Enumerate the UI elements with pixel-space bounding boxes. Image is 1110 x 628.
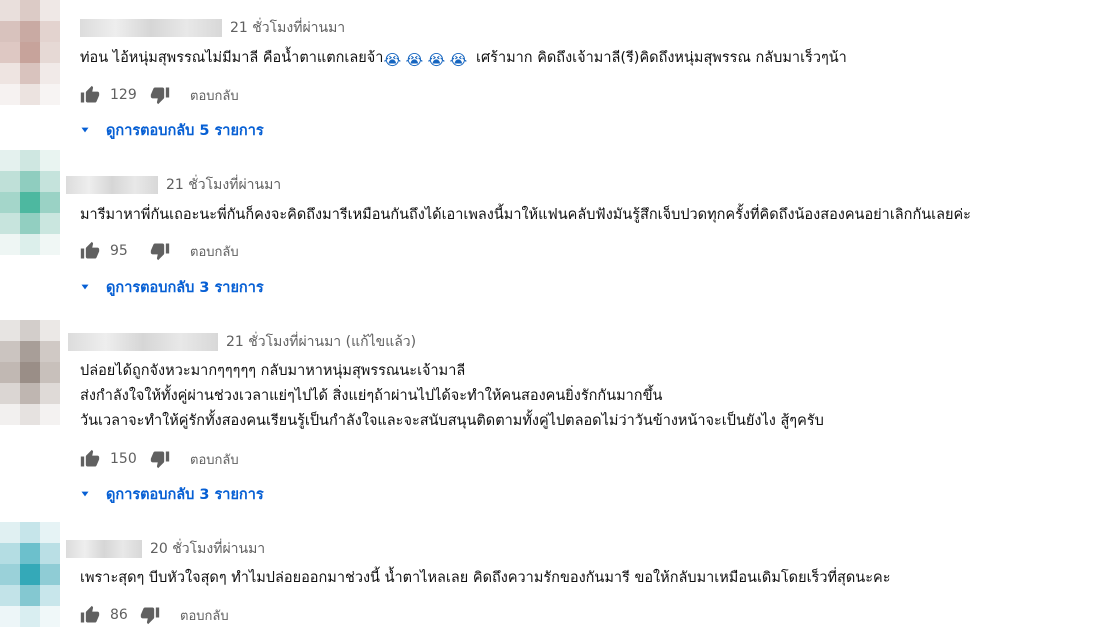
loudly-crying-face-emoji-icon: 😭 (383, 51, 402, 69)
comment-actions: 95 ตอบกลับ (80, 239, 239, 263)
comment-text-line: วันเวลาจะทำให้คู่รักทั้งสองคนเรียนรู้เป็… (80, 413, 824, 429)
avatar[interactable] (0, 522, 60, 627)
avatar[interactable] (0, 150, 60, 255)
comment-header: 21 ชั่วโมงที่ผ่านมา (แก้ไขแล้ว) (68, 331, 416, 353)
comment-header: 20 ชั่วโมงที่ผ่านมา (66, 538, 265, 560)
loudly-crying-face-emoji-icon: 😭 (449, 51, 468, 69)
avatar[interactable] (0, 320, 60, 425)
reply-button[interactable]: ตอบกลับ (190, 85, 239, 106)
comment-timestamp[interactable]: 21 ชั่วโมงที่ผ่านมา (แก้ไขแล้ว) (226, 331, 416, 353)
comment-timestamp[interactable]: 21 ชั่วโมงที่ผ่านมา (166, 174, 281, 196)
comment-thread: 21 ชั่วโมงที่ผ่านมา ท่อน ไอ้หนุ่มสุพรรณไ… (0, 0, 1110, 150)
like-count: 129 (110, 87, 137, 103)
thumb-down-icon[interactable] (150, 449, 170, 469)
author-name-redacted[interactable] (68, 333, 218, 351)
author-name-redacted[interactable] (66, 540, 142, 558)
comment-header: 21 ชั่วโมงที่ผ่านมา (66, 174, 281, 196)
comment-thread: 20 ชั่วโมงที่ผ่านมา เพราะสุดๆ บีบหัวใจสุ… (0, 520, 1110, 628)
comment-text-line: ปล่อยได้ถูกจังหวะมากๆๆๆๆๆ กลับมาหาหนุ่มส… (80, 363, 466, 379)
comment-text: เพราะสุดๆ บีบหัวใจสุดๆ ทำไมปล่อยออกมาช่ว… (80, 570, 891, 586)
view-replies-button[interactable]: ดูการตอบกลับ 5 รายการ (78, 118, 264, 142)
like-count: 150 (110, 451, 137, 467)
comment-text: มารีมาหาพี่กันเถอะนะพี่กันก็คงจะคิดถึงมา… (80, 207, 971, 223)
view-replies-label: ดูการตอบกลับ 3 รายการ (106, 279, 264, 296)
author-name-redacted[interactable] (66, 176, 158, 194)
thumb-down-icon[interactable] (140, 605, 160, 625)
view-replies-button[interactable]: ดูการตอบกลับ 3 รายการ (78, 482, 264, 506)
comment-text: ท่อน ไอ้หนุ่มสุพรรณไม่มีมาลี คือน้ำตาแตก… (80, 50, 847, 69)
like-count: 95 (110, 243, 128, 259)
thumb-up-icon[interactable] (80, 605, 100, 625)
comment-text-line: ส่งกำลังใจให้ทั้งคู่ผ่านช่วงเวลาแย่ๆไปได… (80, 388, 663, 404)
comment-header: 21 ชั่วโมงที่ผ่านมา (80, 17, 345, 39)
comment-timestamp[interactable]: 20 ชั่วโมงที่ผ่านมา (150, 538, 265, 560)
caret-down-icon (78, 123, 92, 137)
comment-actions: 150 ตอบกลับ (80, 447, 239, 471)
view-replies-label: ดูการตอบกลับ 5 รายการ (106, 122, 264, 139)
reply-button[interactable]: ตอบกลับ (190, 449, 239, 470)
comment-actions: 129 ตอบกลับ (80, 83, 239, 107)
thumb-down-icon[interactable] (150, 85, 170, 105)
thumb-up-icon[interactable] (80, 85, 100, 105)
reply-button[interactable]: ตอบกลับ (180, 605, 229, 626)
author-name-redacted[interactable] (80, 19, 222, 37)
thumb-up-icon[interactable] (80, 449, 100, 469)
thumb-down-icon[interactable] (150, 241, 170, 261)
loudly-crying-face-emoji-icon: 😭 (405, 51, 424, 69)
loudly-crying-face-emoji-icon: 😭 (427, 51, 446, 69)
comment-timestamp[interactable]: 21 ชั่วโมงที่ผ่านมา (230, 17, 345, 39)
like-count: 86 (110, 607, 128, 623)
view-replies-label: ดูการตอบกลับ 3 รายการ (106, 486, 264, 503)
avatar[interactable] (0, 0, 60, 105)
comment-thread: 21 ชั่วโมงที่ผ่านมา (แก้ไขแล้ว) ปล่อยได้… (0, 310, 1110, 520)
view-replies-button[interactable]: ดูการตอบกลับ 3 รายการ (78, 275, 264, 299)
comment-actions: 86 ตอบกลับ (80, 603, 229, 627)
caret-down-icon (78, 280, 92, 294)
caret-down-icon (78, 487, 92, 501)
reply-button[interactable]: ตอบกลับ (190, 241, 239, 262)
comment-thread: 21 ชั่วโมงที่ผ่านมา มารีมาหาพี่กันเถอะนะ… (0, 150, 1110, 310)
thumb-up-icon[interactable] (80, 241, 100, 261)
